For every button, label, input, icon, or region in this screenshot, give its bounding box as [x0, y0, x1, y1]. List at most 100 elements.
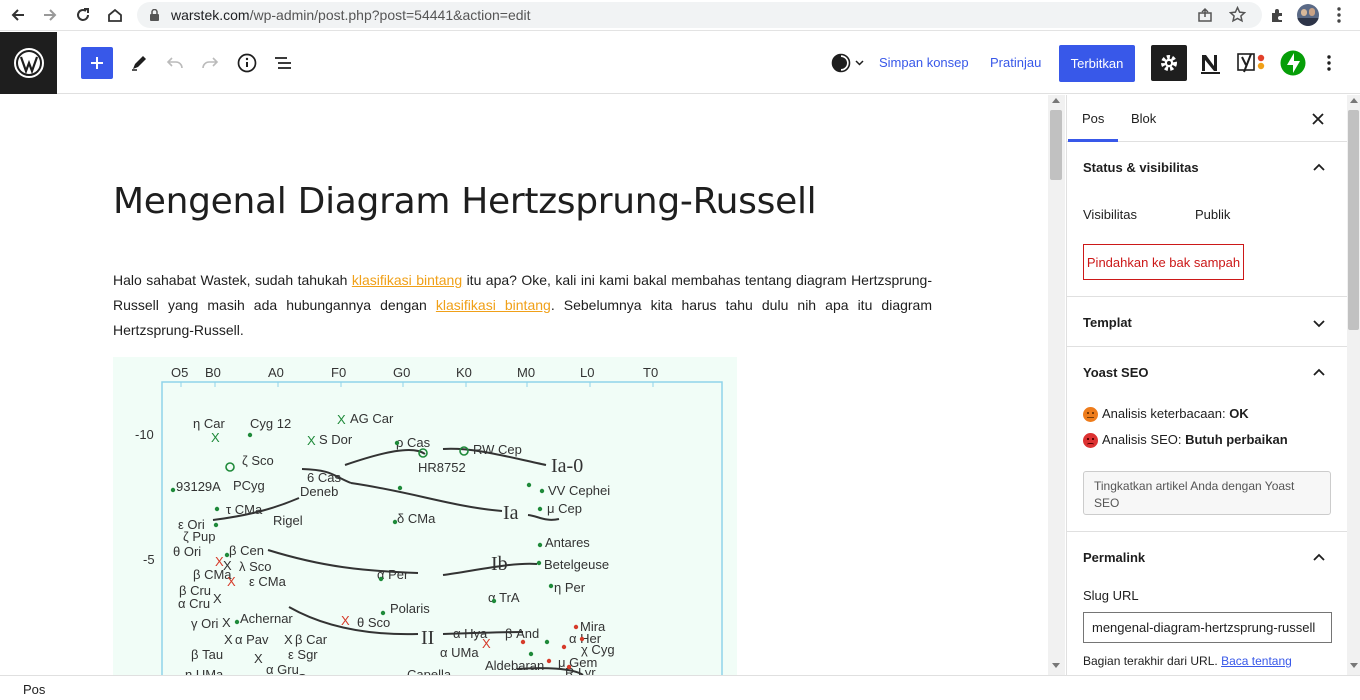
hr-star-cross: X [341, 613, 350, 628]
pencil-icon [132, 56, 146, 71]
move-to-trash-button[interactable]: Pindahkan ke bak sampah [1083, 244, 1244, 280]
redo-button[interactable] [194, 47, 226, 79]
seo-analysis-text: Analisis SEO: Butuh perbaikan [1102, 432, 1288, 447]
read-about-link[interactable]: Baca tentang [1221, 654, 1292, 668]
browser-menu-icon[interactable] [1328, 5, 1350, 25]
edit-tool-button[interactable] [123, 47, 155, 79]
more-options-button[interactable] [1313, 47, 1345, 79]
editor-toolbar: Simpan konsep Pratinjau Terbitkan [0, 32, 1360, 94]
close-sidebar-button[interactable] [1312, 112, 1324, 130]
hr-diagram-label: K0 [456, 365, 472, 380]
hr-star-dot [394, 440, 400, 446]
hr-diagram-image[interactable]: O5 B0 A0 F0 G0 K0 M0 L0 T0 -10 -5 η Car Cyg 12 AG Car… [113, 357, 737, 675]
profile-avatar[interactable] [1297, 4, 1319, 26]
sidebar-scrollbar[interactable] [1347, 95, 1360, 675]
classification-link-2[interactable]: klasifikasi bintang [436, 297, 551, 313]
list-view-button[interactable] [267, 47, 299, 79]
chevron-up-icon[interactable] [1311, 364, 1327, 380]
address-bar[interactable]: warstek.com/wp-admin/post.php?post=54441… [137, 2, 1262, 28]
hr-star-cross: X [227, 574, 236, 589]
scroll-up-arrow-icon[interactable] [1052, 98, 1060, 103]
hr-diagram-label: μ Cep [547, 501, 582, 516]
permalink-panel: Permalink Slug URL mengenal-diagram-hert… [1067, 532, 1347, 675]
n-logo-icon [1201, 55, 1220, 74]
save-draft-button[interactable]: Simpan konsep [879, 55, 969, 70]
hr-diagram-label: λ Sco [239, 559, 272, 574]
post-paragraph[interactable]: Halo sahabat Wastek, sudah tahukah klasi… [113, 268, 932, 343]
template-panel: Templat [1067, 297, 1347, 347]
yoast-upgrade-button[interactable]: Tingkatkan artikel Anda dengan Yoast SEO [1083, 471, 1331, 515]
back-icon[interactable] [7, 5, 29, 25]
editor-footer-breadcrumb: Pos [0, 675, 1360, 700]
yoast-icon [1237, 53, 1265, 73]
hr-star-dot [539, 488, 545, 494]
hr-diagram-label: α Cru [178, 596, 210, 611]
editor-canvas[interactable]: Mengenal Diagram Hertzsprung-Russell Hal… [0, 95, 1048, 675]
jetpack-button[interactable] [1277, 47, 1309, 79]
hr-star-dot [548, 583, 554, 589]
chevron-down-icon[interactable] [1311, 315, 1327, 331]
hr-diagram-label: 93129A [176, 479, 221, 494]
template-panel-title[interactable]: Templat [1083, 315, 1132, 330]
hr-star-cross: X [284, 632, 293, 647]
hr-diagram-label: -5 [143, 552, 155, 567]
undo-button[interactable] [159, 47, 191, 79]
wordpress-logo-icon[interactable] [0, 32, 57, 94]
share-icon[interactable] [1197, 7, 1213, 28]
hr-diagram-label: η UMa [185, 667, 224, 675]
tab-post[interactable]: Pos [1082, 111, 1104, 126]
undo-icon [166, 57, 183, 69]
scroll-down-arrow-icon[interactable] [1350, 663, 1358, 668]
chevron-up-icon[interactable] [1311, 549, 1327, 565]
hr-diagram-label: Ib [491, 553, 508, 575]
yoast-panel-title[interactable]: Yoast SEO [1083, 365, 1149, 380]
notion-plugin-button[interactable] [1194, 47, 1226, 79]
status-panel-title[interactable]: Status & visibilitas [1083, 160, 1199, 175]
bookmark-star-icon[interactable] [1228, 5, 1247, 28]
scroll-up-arrow-icon[interactable] [1350, 98, 1358, 103]
add-block-button[interactable] [81, 47, 113, 79]
editor-scrollbar[interactable] [1048, 95, 1065, 675]
visibility-value[interactable]: Publik [1195, 207, 1230, 222]
permalink-panel-title[interactable]: Permalink [1083, 550, 1145, 565]
preview-button[interactable]: Pratinjau [990, 55, 1041, 70]
hr-diagram-label: Rigel [273, 513, 303, 528]
extensions-icon[interactable] [1266, 5, 1288, 25]
hr-diagram-label: Antares [545, 535, 590, 550]
details-button[interactable] [231, 47, 263, 79]
editor-scrollbar-thumb[interactable] [1050, 110, 1062, 180]
reload-icon[interactable] [72, 5, 94, 25]
screen: warstek.com/wp-admin/post.php?post=54441… [0, 0, 1360, 700]
hr-star-cross: X [223, 558, 232, 573]
sidebar-tabs: Pos Blok [1067, 95, 1347, 142]
hr-diagram-label: η Car [193, 416, 225, 431]
readability-text: Analisis keterbacaan: OK [1102, 406, 1249, 421]
breadcrumb-post[interactable]: Pos [23, 682, 45, 697]
hr-diagram-label: Aldebaran [485, 658, 544, 673]
hr-diagram-label: θ Ori [173, 544, 201, 559]
home-icon[interactable] [104, 5, 126, 25]
sidebar-scrollbar-thumb[interactable] [1348, 110, 1359, 330]
seo-status-icon [1083, 433, 1098, 448]
chevron-up-icon[interactable] [1311, 159, 1327, 175]
scroll-down-arrow-icon[interactable] [1052, 663, 1060, 668]
slug-url-input[interactable]: mengenal-diagram-hertzsprung-russell [1083, 612, 1332, 643]
classification-link-1[interactable]: klasifikasi bintang [352, 272, 462, 288]
settings-button[interactable] [1151, 45, 1187, 81]
yoast-button[interactable] [1235, 47, 1269, 79]
hr-star-dot [544, 639, 550, 645]
publish-button[interactable]: Terbitkan [1059, 45, 1135, 82]
hr-diagram-label: AG Car [350, 411, 394, 426]
plus-icon [91, 57, 103, 69]
hr-diagram-label: VV Cephei [548, 483, 610, 498]
hr-star-dot [528, 651, 534, 657]
hr-star-dot [491, 598, 497, 604]
forward-icon[interactable] [39, 5, 61, 25]
hr-diagram-label: HR8752 [418, 460, 466, 475]
hr-diagram-label: Polaris [390, 601, 430, 616]
post-title[interactable]: Mengenal Diagram Hertzsprung-Russell [113, 181, 817, 222]
contrast-toggle[interactable] [828, 47, 868, 79]
tab-block[interactable]: Blok [1131, 111, 1156, 126]
hr-diagram-label: Ia [503, 502, 519, 524]
hr-star-dot [234, 619, 240, 625]
